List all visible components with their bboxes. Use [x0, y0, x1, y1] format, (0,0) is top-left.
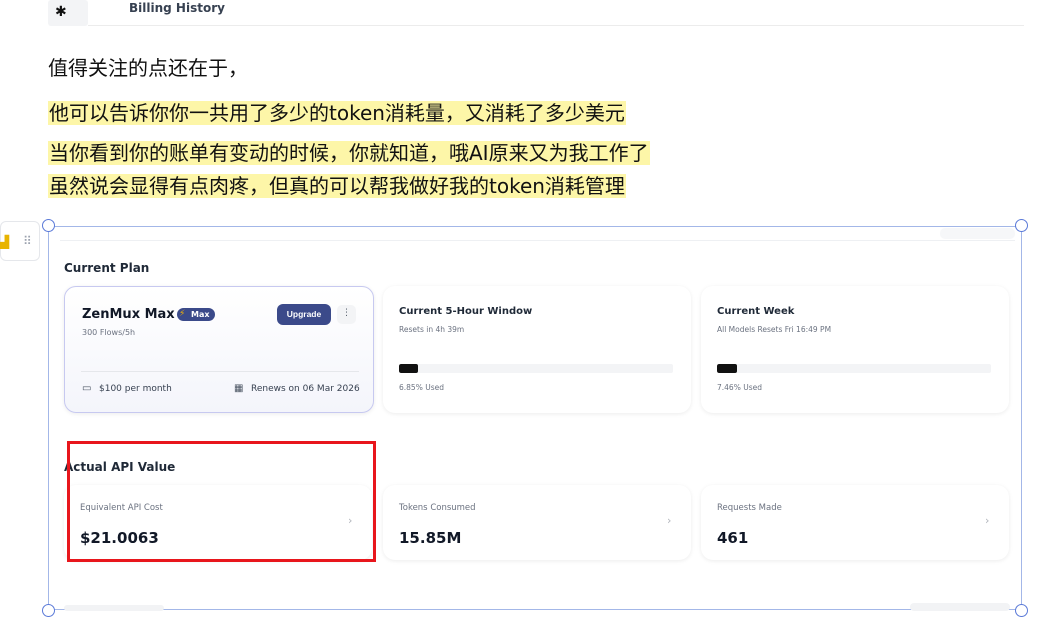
- inner-top-pill: [940, 228, 1015, 239]
- octopus-logo-icon: ✱: [55, 4, 67, 20]
- upgrade-button[interactable]: Upgrade: [277, 304, 331, 325]
- lightning-icon: ⚡: [179, 309, 186, 319]
- highlight-text: 虽然说会显得有点肉疼，但真的可以帮我做好我的token消耗管理: [48, 174, 626, 198]
- window-usage-label: 6.85% Used: [399, 383, 444, 392]
- plan-subtitle: 300 Flows/5h: [82, 328, 136, 337]
- highlight-line-1: 他可以告诉你你一共用了多少的token消耗量，又消耗了多少美元: [48, 100, 626, 126]
- week-usage-label: 7.46% Used: [717, 383, 762, 392]
- card-icon: ▭: [82, 383, 92, 394]
- plan-price: $100 per month: [99, 384, 172, 394]
- resize-handle-bottom-right[interactable]: [1015, 604, 1028, 617]
- metric-value: 15.85M: [399, 529, 462, 547]
- more-options-button[interactable]: ⋮: [337, 305, 356, 324]
- avatar: [48, 0, 88, 26]
- resize-handle-top-left[interactable]: [42, 219, 55, 232]
- highlight-text: 他可以告诉你你一共用了多少的token消耗量，又消耗了多少美元: [48, 101, 626, 125]
- week-subtitle: All Models Resets Fri 16:49 PM: [717, 325, 832, 334]
- metric-label: Equivalent API Cost: [80, 503, 163, 513]
- inner-divider: [60, 240, 1015, 241]
- article-intro: 值得关注的点还在于，: [48, 56, 248, 80]
- resize-handle-top-right[interactable]: [1015, 219, 1028, 232]
- highlight-line-3: 虽然说会显得有点肉疼，但真的可以帮我做好我的token消耗管理: [48, 173, 626, 199]
- api-value-heading: Actual API Value: [64, 460, 176, 474]
- chevron-right-icon: ›: [348, 514, 353, 527]
- metric-label: Tokens Consumed: [399, 503, 476, 513]
- drag-handle-icon[interactable]: ⠿: [23, 234, 32, 248]
- current-week-card: Current Week All Models Resets Fri 16:49…: [701, 286, 1009, 413]
- image-tool-icon[interactable]: ▟: [0, 235, 9, 249]
- resize-handle-bottom-left[interactable]: [42, 604, 55, 617]
- current-plan-heading: Current Plan: [64, 261, 150, 275]
- window-usage-fill: [399, 364, 418, 373]
- plan-badge: ⚡ Max: [177, 308, 215, 321]
- header-divider: [88, 25, 1024, 26]
- metric-value: $21.0063: [80, 529, 159, 547]
- metric-value: 461: [717, 529, 749, 547]
- window-usage-bar: [399, 364, 673, 373]
- calendar-icon: ▦: [234, 383, 244, 394]
- plan-badge-label: Max: [191, 310, 210, 319]
- chevron-right-icon: ›: [667, 514, 672, 527]
- week-usage-fill: [717, 364, 738, 373]
- plan-card: ZenMux Max ⚡ Max 300 Flows/5h Upgrade ⋮ ▭…: [64, 286, 374, 413]
- plan-name: ZenMux Max: [82, 307, 175, 322]
- plan-divider: [81, 371, 359, 372]
- api-cost-card[interactable]: Equivalent API Cost $21.0063 ›: [64, 485, 372, 560]
- tokens-consumed-card[interactable]: Tokens Consumed 15.85M ›: [383, 485, 691, 560]
- week-title: Current Week: [717, 306, 795, 317]
- window-subtitle: Resets in 4h 39m: [399, 325, 465, 334]
- metric-label: Requests Made: [717, 503, 782, 513]
- chevron-right-icon: ›: [985, 514, 990, 527]
- page-title: Billing History: [129, 1, 225, 15]
- highlight-text: 当你看到你的账单有变动的时候，你就知道，哦AI原来又为我工作了: [48, 141, 650, 165]
- window-title: Current 5-Hour Window: [399, 306, 533, 317]
- cropped-footer-text: [64, 605, 164, 611]
- week-usage-bar: [717, 364, 991, 373]
- requests-made-card[interactable]: Requests Made 461 ›: [701, 485, 1009, 560]
- cropped-footer-pill: [910, 603, 1010, 611]
- five-hour-window-card: Current 5-Hour Window Resets in 4h 39m 6…: [383, 286, 691, 413]
- top-bar: ✱ Billing History: [0, 0, 1038, 27]
- highlight-line-2: 当你看到你的账单有变动的时候，你就知道，哦AI原来又为我工作了: [48, 140, 650, 166]
- plan-renewal: Renews on 06 Mar 2026: [251, 384, 360, 394]
